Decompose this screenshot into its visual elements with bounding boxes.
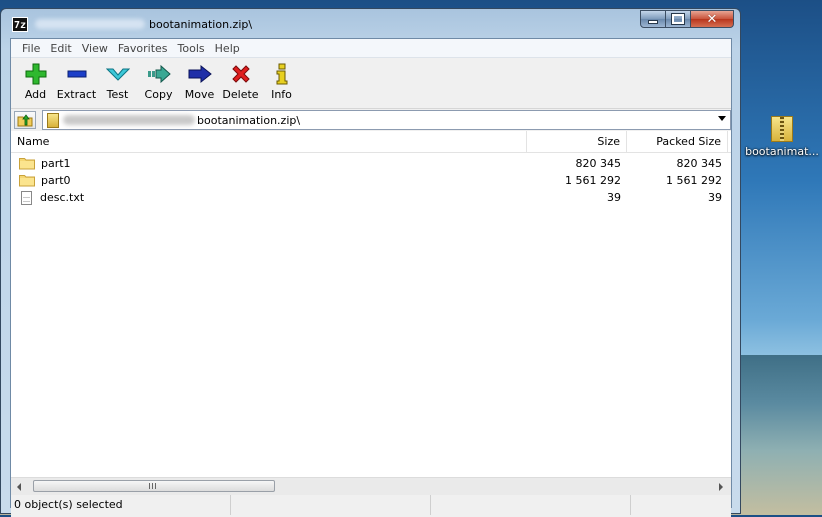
delete-label: Delete (222, 88, 259, 101)
desktop-background-sea (740, 355, 822, 515)
plus-icon (24, 63, 48, 85)
column-size-header[interactable]: Size (527, 131, 627, 152)
move-button[interactable]: Move (179, 58, 220, 101)
delete-button[interactable]: Delete (220, 58, 261, 101)
x-icon (229, 63, 253, 85)
minimize-button[interactable] (640, 10, 666, 28)
7zip-app-icon[interactable]: 7z (12, 17, 28, 32)
list-rows: part1 820 345 820 345 part0 1 561 292 1 … (11, 153, 731, 206)
extract-label: Extract (56, 88, 97, 101)
horizontal-scrollbar[interactable] (11, 477, 731, 495)
copy-label: Copy (144, 88, 173, 101)
folder-up-icon (17, 114, 33, 127)
menu-favorites[interactable]: Favorites (113, 42, 173, 55)
file-name: part1 (41, 157, 71, 170)
arrow-copy-icon (147, 63, 171, 85)
info-icon (270, 63, 294, 85)
text-file-icon (21, 190, 32, 205)
scroll-left-arrow[interactable] (17, 483, 21, 491)
file-size: 39 (607, 191, 621, 204)
info-label: Info (271, 88, 292, 101)
menu-view[interactable]: View (77, 42, 113, 55)
zip-archive-icon (47, 112, 59, 128)
file-packed-size: 820 345 (676, 157, 723, 170)
window-title: bootanimation.zip\ (149, 18, 253, 31)
file-name: part0 (41, 174, 71, 187)
table-row[interactable]: part0 1 561 292 1 561 292 (11, 172, 731, 189)
zip-file-icon (771, 116, 793, 142)
list-header: Name Size Packed Size (11, 131, 731, 153)
folder-icon (19, 158, 35, 170)
minimize-icon (648, 20, 658, 24)
column-packed-size-header[interactable]: Packed Size (627, 131, 728, 152)
add-label: Add (24, 88, 47, 101)
column-name-header[interactable]: Name (11, 131, 527, 152)
maximize-button[interactable] (666, 10, 691, 28)
menu-bar: File Edit View Favorites Tools Help (11, 39, 731, 58)
client-area: File Edit View Favorites Tools Help Add … (10, 38, 732, 517)
folder-icon (19, 175, 35, 187)
file-packed-size: 1 561 292 (666, 174, 722, 187)
file-name: desc.txt (40, 191, 85, 204)
title-path-blurred (35, 19, 145, 29)
address-path-blurred (63, 115, 195, 125)
add-button[interactable]: Add (15, 58, 56, 101)
test-button[interactable]: Test (97, 58, 138, 101)
menu-help[interactable]: Help (210, 42, 245, 55)
minus-icon (65, 63, 89, 85)
desktop-icon-label: bootanimat... (745, 145, 819, 158)
copy-button[interactable]: Copy (138, 58, 179, 101)
path-combobox[interactable]: bootanimation.zip\ (42, 110, 731, 130)
address-path-text: bootanimation.zip\ (197, 113, 301, 127)
table-row[interactable]: desc.txt 39 39 (11, 189, 731, 206)
file-size: 820 345 (575, 157, 622, 170)
status-selection: 0 object(s) selected (11, 495, 231, 515)
test-label: Test (106, 88, 129, 101)
status-cell-2 (231, 495, 431, 515)
up-folder-button[interactable] (14, 111, 36, 129)
desktop-zip-file[interactable]: bootanimat... (742, 116, 822, 158)
check-chevron-icon (105, 63, 130, 85)
extract-button[interactable]: Extract (56, 58, 97, 101)
file-packed-size: 39 (708, 191, 722, 204)
arrow-move-icon (188, 63, 212, 85)
status-bar: 0 object(s) selected (11, 495, 731, 517)
file-list[interactable]: Name Size Packed Size part1 820 345 820 … (11, 131, 731, 477)
scroll-right-arrow[interactable] (719, 483, 723, 491)
chevron-down-icon[interactable] (718, 116, 726, 121)
toolbar: Add Extract Test Copy Move Delete Info (11, 58, 731, 108)
maximize-icon (671, 13, 685, 25)
close-icon: ✕ (706, 11, 718, 27)
title-bar[interactable]: 7z bootanimation.zip\ ✕ (1, 9, 740, 37)
scrollbar-thumb[interactable] (33, 480, 275, 492)
table-row[interactable]: part1 820 345 820 345 (11, 155, 731, 172)
close-button[interactable]: ✕ (691, 10, 734, 28)
status-cell-3 (431, 495, 631, 515)
file-size: 1 561 292 (565, 174, 621, 187)
archive-window: 7z bootanimation.zip\ ✕ File Edit View F… (0, 8, 741, 517)
menu-edit[interactable]: Edit (45, 42, 76, 55)
scrollbar-grip-icon (149, 483, 157, 489)
address-bar: bootanimation.zip\ (11, 108, 731, 132)
menu-tools[interactable]: Tools (173, 42, 210, 55)
caption-buttons: ✕ (640, 10, 734, 28)
info-button[interactable]: Info (261, 58, 302, 101)
menu-file[interactable]: File (17, 42, 45, 55)
move-label: Move (184, 88, 215, 101)
